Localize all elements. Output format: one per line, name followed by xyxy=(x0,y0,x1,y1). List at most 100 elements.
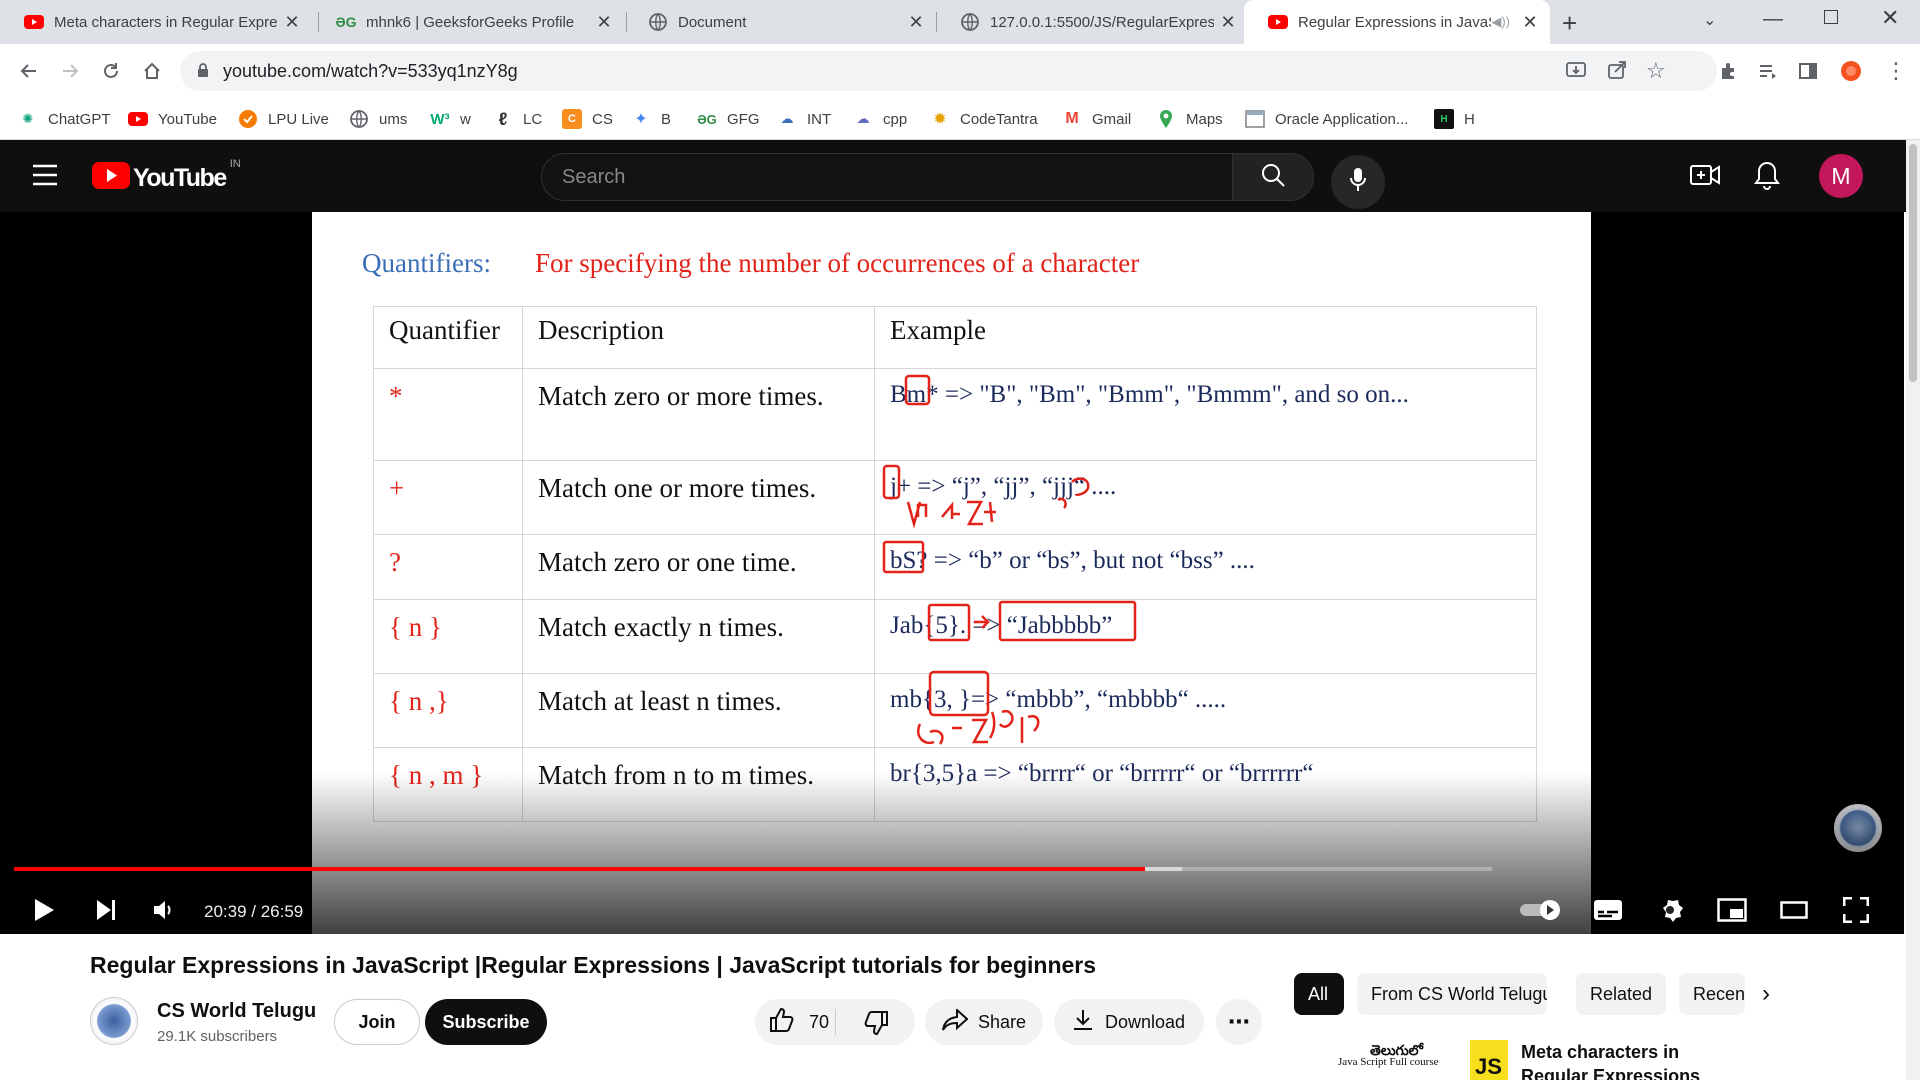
reading-list-icon[interactable] xyxy=(1753,56,1783,86)
example-cell: bS? => “b” or “bs”, but not “bss” .... xyxy=(874,534,1537,600)
bookmark-item[interactable]: HH xyxy=(1434,108,1475,130)
forward-icon[interactable] xyxy=(53,54,87,88)
subtitles-button[interactable] xyxy=(1584,888,1632,936)
video-player[interactable]: Quantifiers: For specifying the number o… xyxy=(0,212,1904,934)
bookmark-item[interactable]: ✦ B xyxy=(631,108,671,130)
more-actions-button[interactable]: ⋯ xyxy=(1216,999,1262,1045)
mute-button[interactable] xyxy=(140,888,188,936)
lock-icon[interactable] xyxy=(197,63,209,83)
play-button[interactable] xyxy=(20,888,68,936)
bookmark-label: Oracle Application... xyxy=(1275,110,1409,128)
close-window-icon[interactable]: ✕ xyxy=(1881,5,1899,31)
close-icon[interactable]: ✕ xyxy=(590,12,618,33)
maximize-icon[interactable] xyxy=(1824,10,1838,24)
home-icon[interactable] xyxy=(135,54,169,88)
bookmark-item[interactable]: ums xyxy=(349,108,407,130)
dislike-button[interactable] xyxy=(863,1010,889,1041)
side-panel-icon[interactable] xyxy=(1793,56,1823,86)
like-button[interactable]: 70 xyxy=(769,1007,829,1038)
bookmark-item[interactable]: ☁ cpp xyxy=(853,108,908,130)
subscribe-button[interactable]: Subscribe xyxy=(425,999,547,1045)
chip-recent[interactable]: Recen xyxy=(1679,973,1745,1015)
hamburger-menu-icon[interactable] xyxy=(32,164,58,191)
download-icon xyxy=(1073,1009,1093,1036)
bookmark-item[interactable]: W³ w xyxy=(430,108,470,130)
miniplayer-button[interactable] xyxy=(1708,888,1756,936)
reload-icon[interactable] xyxy=(94,54,128,88)
bookmark-item[interactable]: C CS xyxy=(562,108,613,130)
new-tab-icon[interactable]: + xyxy=(1562,8,1577,39)
notifications-bell-icon[interactable] xyxy=(1754,160,1780,195)
bookmark-item[interactable]: Maps xyxy=(1156,108,1223,130)
browser-tab[interactable]: Document ✕ xyxy=(624,0,936,44)
address-bar[interactable]: youtube.com/watch?v=533yq1nzY8g ☆ xyxy=(180,51,1717,91)
create-video-icon[interactable] xyxy=(1690,162,1720,193)
profile-extension-icon[interactable] xyxy=(1836,56,1866,86)
share-page-icon[interactable] xyxy=(1606,59,1628,86)
channel-avatar[interactable] xyxy=(90,997,138,1045)
chrome-menu-icon[interactable]: ⋮ xyxy=(1881,56,1911,86)
microphone-icon xyxy=(1349,167,1367,198)
close-icon[interactable]: ✕ xyxy=(1214,12,1242,33)
recommendation-title[interactable]: Meta characters in Regular Expressions |… xyxy=(1521,1040,1751,1080)
bookmark-item[interactable]: ☁ INT xyxy=(777,108,832,130)
chip-from-channel[interactable]: From CS World Telugu xyxy=(1357,973,1547,1015)
description-cell: Match exactly n times. xyxy=(522,599,875,674)
youtube-logo[interactable]: YouTube IN xyxy=(92,158,241,194)
tab-title: Meta characters in Regular Expre xyxy=(54,13,278,31)
extensions-icon[interactable] xyxy=(1713,56,1743,86)
browser-tab[interactable]: 127.0.0.1:5500/JS/RegularExpres ✕ xyxy=(936,0,1248,44)
avatar[interactable]: M xyxy=(1819,154,1863,198)
download-button[interactable]: Download xyxy=(1054,999,1204,1045)
settings-button[interactable] xyxy=(1646,888,1694,936)
share-button[interactable]: Share xyxy=(925,999,1043,1045)
back-icon[interactable] xyxy=(12,54,46,88)
search-button[interactable] xyxy=(1232,153,1314,201)
theater-mode-button[interactable] xyxy=(1770,888,1818,936)
progress-bar[interactable] xyxy=(14,867,1492,871)
channel-name[interactable]: CS World Telugu xyxy=(157,1000,316,1023)
voice-search-button[interactable] xyxy=(1331,155,1385,209)
autoplay-toggle[interactable] xyxy=(1516,888,1564,936)
audio-playing-icon[interactable]: ◀)) xyxy=(1491,14,1510,30)
youtube-icon xyxy=(24,12,44,32)
fullscreen-button[interactable] xyxy=(1832,888,1880,936)
chevron-right-icon[interactable]: › xyxy=(1762,980,1770,1008)
search-input[interactable] xyxy=(562,166,1202,189)
browser-tab-active[interactable]: Regular Expressions in JavaS ◀)) ✕ xyxy=(1244,0,1550,44)
minimize-icon[interactable]: — xyxy=(1763,8,1783,31)
join-button[interactable]: Join xyxy=(334,999,420,1045)
chip-related[interactable]: Related xyxy=(1576,973,1666,1015)
next-icon xyxy=(95,899,117,926)
recommendation-thumbnail[interactable]: తెలుగులో Java Script Full course xyxy=(1294,1036,1472,1080)
tab-search-icon[interactable]: ⌄ xyxy=(1703,10,1716,30)
more-horizontal-icon: ⋯ xyxy=(1228,1009,1250,1034)
browser-tab[interactable]: Meta characters in Regular Expre ✕ xyxy=(0,0,312,44)
bookmark-star-icon[interactable]: ☆ xyxy=(1646,58,1666,84)
table-row: ? Match zero or one time. bS? => “b” or … xyxy=(373,534,1537,600)
bookmark-item[interactable]: ƏG GFG xyxy=(697,108,759,130)
bookmark-label: INT xyxy=(807,110,832,128)
bookmark-item[interactable]: LPU Live xyxy=(238,108,329,130)
close-icon[interactable]: ✕ xyxy=(1516,12,1544,33)
bookmark-item[interactable]: ✺ ChatGPT xyxy=(18,108,111,130)
close-icon[interactable]: ✕ xyxy=(902,12,930,33)
volume-icon xyxy=(153,899,175,926)
bookmark-item[interactable]: ✹ CodeTantra xyxy=(930,108,1037,130)
browser-tab[interactable]: ƏG mhnk6 | GeeksforGeeks Profile ✕ xyxy=(312,0,624,44)
youtube-logo-icon xyxy=(92,162,130,194)
bookmark-item[interactable]: M Gmail xyxy=(1062,108,1131,130)
search-box[interactable] xyxy=(541,153,1233,201)
bookmark-item[interactable]: ℓ LC xyxy=(493,108,543,130)
page-scrollbar[interactable] xyxy=(1906,140,1920,1080)
chip-all[interactable]: All xyxy=(1294,973,1344,1015)
bookmark-item[interactable]: YouTube xyxy=(128,108,217,130)
js-badge: JS xyxy=(1470,1040,1508,1080)
subscriber-count: 29.1K subscribers xyxy=(157,1028,278,1045)
close-icon[interactable]: ✕ xyxy=(278,12,306,33)
lpu-icon xyxy=(238,109,258,129)
country-code: IN xyxy=(229,158,241,170)
bookmark-item[interactable]: Oracle Application... xyxy=(1245,108,1408,130)
install-app-icon[interactable] xyxy=(1565,59,1587,86)
next-button[interactable] xyxy=(82,888,130,936)
